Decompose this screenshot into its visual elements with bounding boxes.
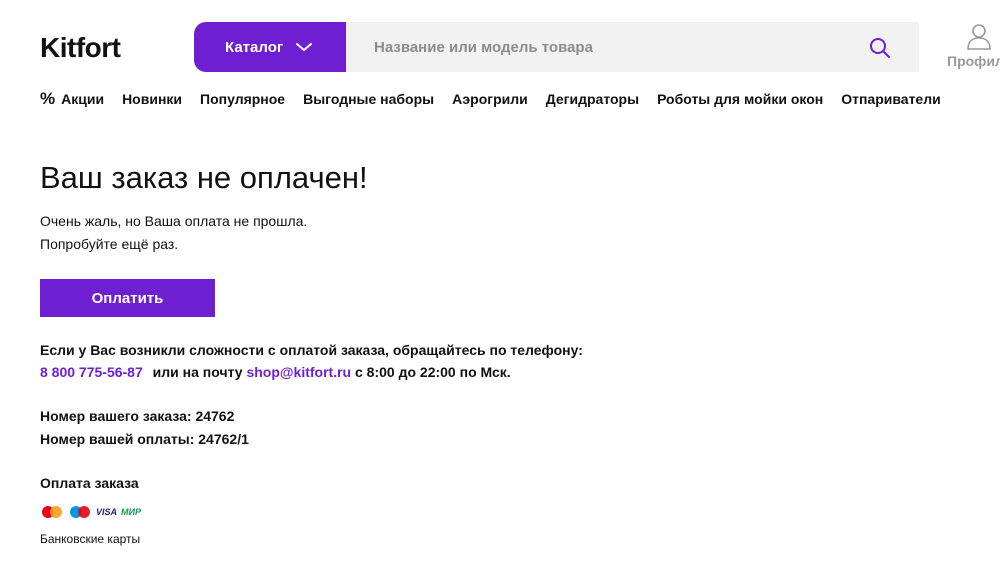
user-icon [965, 22, 993, 50]
search-bar: Каталог [194, 22, 919, 72]
payment-number: Номер вашей оплаты: 24762/1 [40, 431, 249, 447]
contact-text: Если у Вас возникли сложности с оплатой … [40, 342, 583, 358]
mastercard-icon [40, 505, 64, 519]
visa-icon: VISA [96, 507, 118, 517]
catalog-label: Каталог [225, 38, 284, 56]
logo[interactable]: Kitfort [40, 30, 121, 66]
maestro-icon [68, 505, 92, 519]
nav-item-label: Акции [61, 91, 105, 107]
hours-text: с 8:00 до 22:00 по Мск. [355, 364, 511, 380]
nav-item-bundles[interactable]: Выгодные наборы [303, 91, 434, 107]
page-title: Ваш заказ не оплачен! [40, 160, 368, 195]
failure-message: Очень жаль, но Ваша оплата не прошла. [40, 213, 308, 229]
search-icon[interactable] [866, 34, 894, 62]
nav-item-dehydrators[interactable]: Дегидраторы [546, 91, 639, 107]
order-number: Номер вашего заказа: 24762 [40, 408, 235, 424]
nav-item-window-robots[interactable]: Роботы для мойки окон [657, 91, 823, 107]
header: Kitfort Каталог Профиль [0, 0, 1000, 80]
catalog-button[interactable]: Каталог [194, 22, 346, 72]
pay-button[interactable]: Оплатить [40, 279, 215, 317]
or-email-text: или на почту [152, 364, 243, 380]
phone-link[interactable]: 8 800 775-56-87 [40, 364, 143, 380]
payment-section-title: Оплата заказа [40, 475, 139, 491]
contact-details: 8 800 775-56-87 или на почту shop@kitfor… [40, 363, 511, 381]
search-input[interactable] [346, 22, 856, 72]
profile-button[interactable]: Профиль [945, 22, 1000, 72]
profile-label: Профиль [947, 53, 1000, 69]
bank-cards-label: Банковские карты [40, 532, 141, 546]
category-nav: % Акции Новинки Популярное Выгодные набо… [40, 88, 959, 110]
nav-item-air-fryers[interactable]: Аэрогрили [452, 91, 528, 107]
email-link[interactable]: shop@kitfort.ru [246, 364, 351, 380]
nav-item-popular[interactable]: Популярное [200, 91, 285, 107]
chevron-down-icon [295, 42, 313, 52]
nav-item-steamers[interactable]: Отпариватели [841, 91, 941, 107]
retry-message: Попробуйте ещё раз. [40, 236, 179, 252]
mir-icon: МИР [121, 507, 141, 517]
nav-item-sales[interactable]: % Акции [40, 89, 104, 109]
percent-icon: % [40, 89, 56, 108]
payment-methods: VISA МИР [40, 505, 145, 519]
nav-item-new[interactable]: Новинки [122, 91, 182, 107]
